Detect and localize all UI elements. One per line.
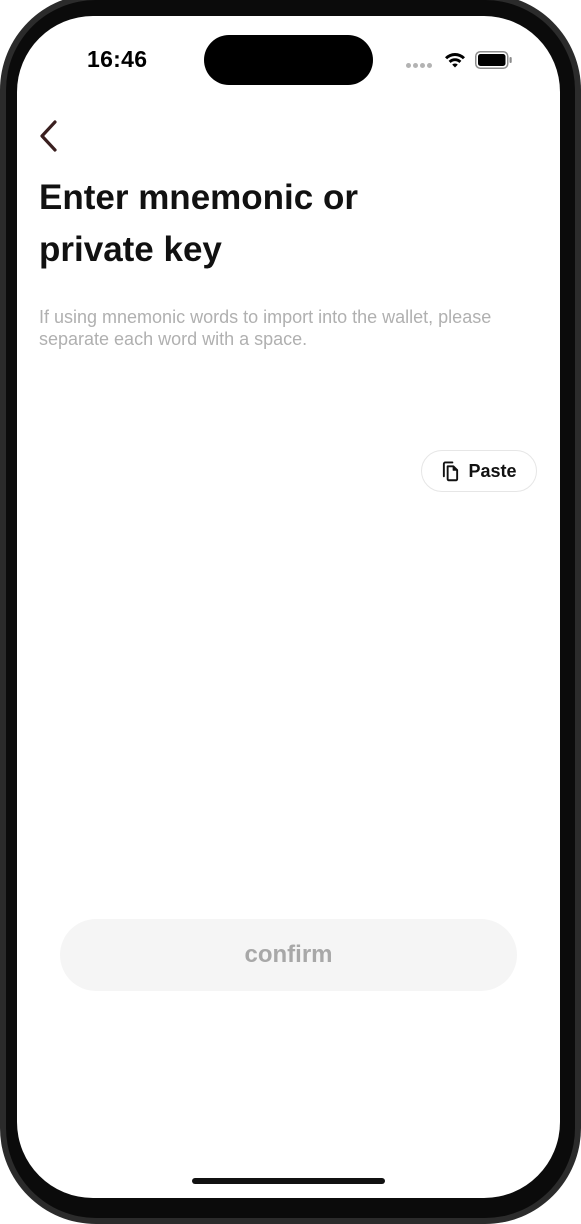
confirm-button[interactable]: confirm bbox=[60, 919, 517, 991]
back-button[interactable] bbox=[33, 116, 69, 156]
status-time: 16:46 bbox=[87, 46, 148, 72]
paste-button[interactable]: Paste bbox=[421, 450, 537, 492]
wifi-icon bbox=[445, 52, 465, 68]
app-screen: 16:46 Enter mnemonic or private key If u… bbox=[17, 16, 560, 1198]
chevron-left-icon bbox=[40, 120, 57, 152]
cellular-signal-icon bbox=[406, 63, 434, 69]
device-background: 16:46 Enter mnemonic or private key If u… bbox=[0, 0, 581, 1224]
confirm-button-label: confirm bbox=[244, 941, 333, 968]
clipboard-icon bbox=[443, 461, 459, 481]
dynamic-island bbox=[204, 35, 373, 85]
home-indicator[interactable] bbox=[192, 1178, 385, 1184]
battery-icon bbox=[475, 51, 512, 69]
page-title: Enter mnemonic or private key bbox=[39, 178, 358, 269]
paste-button-label: Paste bbox=[468, 460, 517, 481]
